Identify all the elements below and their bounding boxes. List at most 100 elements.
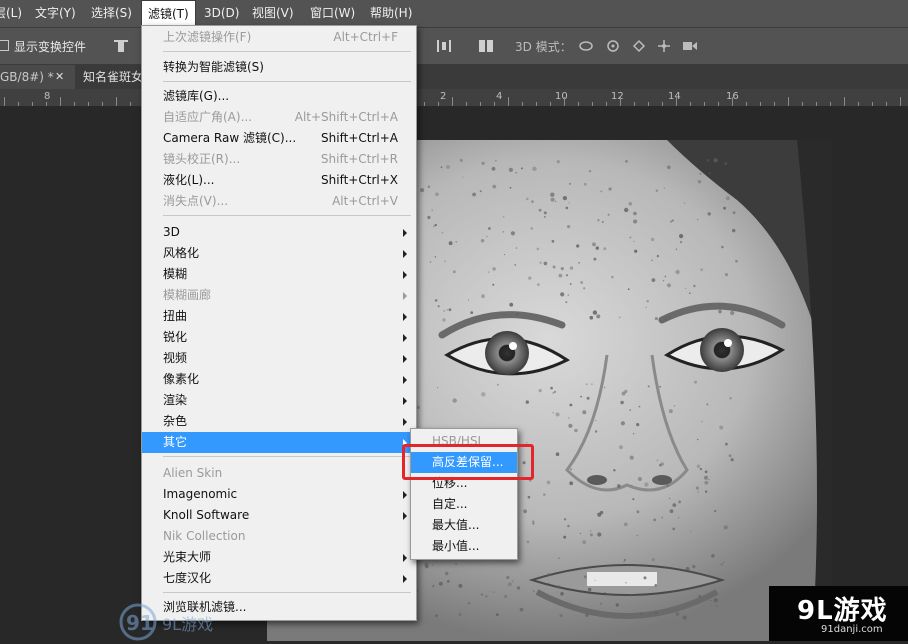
menu-item-qidu-localization[interactable]: 七度汉化: [142, 568, 416, 589]
auto-align-icon[interactable]: [478, 39, 494, 53]
menu-item-camera-raw[interactable]: Camera Raw 滤镜(C)... Shift+Ctrl+A: [142, 128, 416, 149]
ruler-tick: [718, 102, 719, 106]
menu-help[interactable]: 帮助(H): [370, 0, 412, 27]
ruler-tick: [844, 97, 845, 106]
menu-separator: [163, 592, 411, 593]
options-bar: 显示变换控件 3D 模式：: [0, 27, 908, 65]
menu-item-label: 最小值...: [432, 539, 480, 553]
submenu-item-maximum[interactable]: 最大值...: [411, 515, 517, 536]
menu-item-render[interactable]: 渲染: [142, 390, 416, 411]
menu-item-label: 转换为智能滤镜(S): [163, 60, 264, 74]
menu-item-adaptive-wide-angle[interactable]: 自适应广角(A)... Alt+Shift+Ctrl+A: [142, 107, 416, 128]
menu-item-knoll-software[interactable]: Knoll Software: [142, 505, 416, 526]
menu-item-lens-correction[interactable]: 镜头校正(R)... Shift+Ctrl+R: [142, 149, 416, 170]
menu-item-label: Imagenomic: [163, 487, 238, 501]
menu-select[interactable]: 选择(S): [91, 0, 132, 27]
menu-item-video[interactable]: 视频: [142, 348, 416, 369]
menu-separator: [163, 81, 411, 82]
menu-item-beam-master[interactable]: 光束大师: [142, 547, 416, 568]
menu-item-label: 模糊: [163, 267, 188, 281]
close-icon[interactable]: ✕: [55, 65, 64, 89]
menu-window[interactable]: 窗口(W): [310, 0, 355, 27]
ruler-tick: [18, 102, 19, 106]
menu-item-blur[interactable]: 模糊: [142, 264, 416, 285]
menu-filter[interactable]: 滤镜(T): [141, 0, 196, 26]
ruler-tick: [858, 102, 859, 106]
3d-rotate-icon[interactable]: [578, 39, 594, 53]
submenu-arrow-icon: [403, 229, 407, 237]
menu-item-label: 3D: [163, 225, 180, 239]
3d-slide-icon[interactable]: [656, 39, 672, 53]
ruler-tick: [102, 102, 103, 106]
ruler-tick: [774, 102, 775, 106]
menu-item-label: 像素化: [163, 372, 200, 386]
menu-item-label: Nik Collection: [163, 529, 246, 543]
menu-item-liquify[interactable]: 液化(L)... Shift+Ctrl+X: [142, 170, 416, 191]
menu-item-shortcut: Alt+Ctrl+V: [332, 194, 398, 208]
menu-item-label: Knoll Software: [163, 508, 250, 522]
ruler-tick: [452, 97, 453, 106]
menu-item-label: 液化(L)...: [163, 173, 215, 187]
menu-item-distort[interactable]: 扭曲: [142, 306, 416, 327]
ruler-tick: [60, 97, 61, 106]
submenu-arrow-icon: [403, 554, 407, 562]
menu-item-other[interactable]: 其它: [142, 432, 416, 453]
3d-scale-icon[interactable]: [682, 39, 698, 53]
distribute-horizontal-icon[interactable]: [436, 39, 452, 53]
menu-item-last-filter[interactable]: 上次滤镜操作(F) Alt+Ctrl+F: [142, 27, 416, 48]
watermark-site: 91danji.com: [821, 624, 883, 635]
menu-item-3d[interactable]: 3D: [142, 222, 416, 243]
menu-item-label: 上次滤镜操作(F): [163, 30, 252, 44]
submenu-arrow-icon: [403, 355, 407, 363]
menu-item-label: 镜头校正(R)...: [163, 152, 241, 166]
highlight-callout-box: [402, 444, 534, 480]
menu-item-label: 模糊画廊: [163, 288, 212, 302]
submenu-item-custom[interactable]: 自定...: [411, 494, 517, 515]
submenu-arrow-icon: [403, 334, 407, 342]
watermark-brand: 9L游戏: [797, 596, 888, 626]
menu-item-pixelate[interactable]: 像素化: [142, 369, 416, 390]
menu-item-label: Alien Skin: [163, 466, 223, 480]
submenu-arrow-icon: [403, 491, 407, 499]
tab-other-document[interactable]: 知名雀斑女: [76, 65, 147, 89]
ruler-tick: [704, 102, 705, 106]
ruler-tick: [606, 102, 607, 106]
tab-label: GB/8#) *: [0, 70, 54, 84]
ruler-tick: [466, 102, 467, 106]
menu-item-blur-gallery[interactable]: 模糊画廊: [142, 285, 416, 306]
ruler-tick: [760, 102, 761, 106]
3d-pan-icon[interactable]: [631, 39, 647, 53]
menu-item-stylize[interactable]: 风格化: [142, 243, 416, 264]
ruler-tick: [522, 102, 523, 106]
align-top-icon[interactable]: [113, 39, 129, 53]
menu-item-filter-gallery[interactable]: 滤镜库(G)...: [142, 86, 416, 107]
menu-layer[interactable]: 层(L): [0, 0, 22, 27]
menu-3d[interactable]: 3D(D): [204, 0, 239, 27]
submenu-arrow-icon: [403, 271, 407, 279]
watermark-logo-right: 9L游戏 91danji.com: [769, 586, 908, 641]
menu-item-noise[interactable]: 杂色: [142, 411, 416, 432]
submenu-arrow-icon: [403, 418, 407, 426]
menu-view[interactable]: 视图(V): [252, 0, 294, 27]
ruler-tick: [74, 102, 75, 106]
menu-item-alien-skin[interactable]: Alien Skin: [142, 463, 416, 484]
show-transform-checkbox[interactable]: [0, 40, 9, 51]
menu-item-imagenomic[interactable]: Imagenomic: [142, 484, 416, 505]
ruler-tick: [494, 102, 495, 106]
submenu-arrow-icon: [403, 292, 407, 300]
menu-item-label: 渲染: [163, 393, 188, 407]
menu-item-vanishing-point[interactable]: 消失点(V)... Alt+Ctrl+V: [142, 191, 416, 212]
menu-item-nik-collection[interactable]: Nik Collection: [142, 526, 416, 547]
watermark-logo-left: 91 9L游戏: [118, 600, 228, 641]
filter-dropdown-menu: 上次滤镜操作(F) Alt+Ctrl+F 转换为智能滤镜(S) 滤镜库(G)..…: [141, 25, 417, 621]
menu-item-convert-smart-filter[interactable]: 转换为智能滤镜(S): [142, 57, 416, 78]
submenu-item-minimum[interactable]: 最小值...: [411, 536, 517, 557]
menu-item-sharpen[interactable]: 锐化: [142, 327, 416, 348]
menu-item-label: 消失点(V)...: [163, 194, 229, 208]
ruler-tick: [802, 102, 803, 106]
menu-type[interactable]: 文字(Y): [35, 0, 76, 27]
tab-current-document[interactable]: GB/8#) * ✕: [0, 65, 75, 89]
3d-roll-icon[interactable]: [605, 39, 621, 53]
menu-item-label: 最大值...: [432, 518, 480, 532]
watermark-logo-icon: 91 9L游戏: [119, 603, 213, 641]
